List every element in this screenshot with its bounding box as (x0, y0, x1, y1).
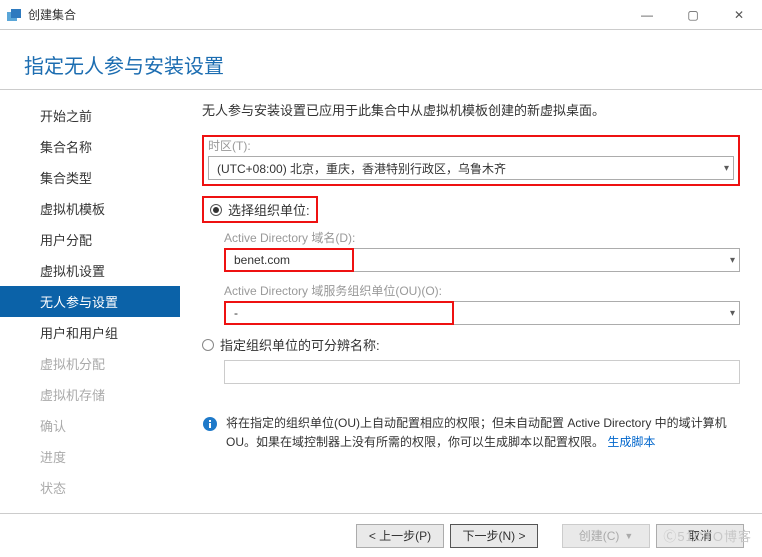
close-button[interactable]: ✕ (716, 0, 762, 30)
prev-button[interactable]: < 上一步(P) (356, 524, 444, 548)
radio-specify-dn-label: 指定组织单位的可分辨名称: (220, 335, 380, 354)
app-icon (6, 7, 22, 23)
chevron-down-icon: ▾ (730, 255, 735, 266)
timezone-value: (UTC+08:00) 北京，重庆，香港特别行政区，乌鲁木齐 (217, 160, 724, 177)
radio-specify-dn[interactable] (202, 339, 214, 351)
sidebar-item-vm-template[interactable]: 虚拟机模板 (0, 193, 180, 224)
sidebar-item-collection-type[interactable]: 集合类型 (0, 162, 180, 193)
radio-select-ou[interactable] (210, 204, 222, 216)
info-icon (202, 416, 218, 432)
ad-domain-label: Active Directory 域名(D): (224, 229, 740, 246)
close-icon: ✕ (734, 8, 744, 22)
radio-select-ou-label: 选择组织单位: (228, 200, 310, 219)
dn-input (224, 360, 740, 384)
timezone-label: 时区(T): (208, 137, 734, 154)
sidebar-item-unattended[interactable]: 无人参与设置 (0, 286, 180, 317)
page-title: 指定无人参与安装设置 (24, 50, 738, 79)
dn-input-row (224, 360, 740, 384)
sidebar-item-confirm: 确认 (0, 410, 180, 441)
wizard-footer: < 上一步(P) 下一步(N) > 创建(C)▼ 取消 (0, 513, 762, 557)
ad-domain-row: Active Directory 域名(D): benet.com ▾ (224, 229, 740, 272)
cancel-button[interactable]: 取消 (656, 524, 744, 548)
timezone-dropdown[interactable]: (UTC+08:00) 北京，重庆，香港特别行政区，乌鲁木齐 ▾ (208, 156, 734, 180)
ad-ou-highlight: - (224, 301, 454, 325)
sidebar-item-collection-name[interactable]: 集合名称 (0, 131, 180, 162)
info-panel: 将在指定的组织单位(OU)上自动配置相应的权限；但未自动配置 Active Di… (202, 414, 740, 452)
sidebar-item-vm-assign: 虚拟机分配 (0, 348, 180, 379)
ad-domain-dropdown[interactable]: ▾ (354, 248, 740, 272)
description-text: 无人参与安装设置已应用于此集合中从虚拟机模板创建的新虚拟桌面。 (202, 100, 740, 119)
radio-select-ou-row: 选择组织单位: (202, 196, 740, 229)
sidebar-item-vm-settings[interactable]: 虚拟机设置 (0, 255, 180, 286)
next-button[interactable]: 下一步(N) > (450, 524, 538, 548)
sidebar-item-vm-storage: 虚拟机存储 (0, 379, 180, 410)
chevron-down-icon: ▾ (730, 308, 735, 319)
ad-domain-value: benet.com (234, 253, 348, 267)
ad-ou-dropdown[interactable]: ▾ (454, 301, 740, 325)
sidebar: 开始之前 集合名称 集合类型 虚拟机模板 用户分配 虚拟机设置 无人参与设置 用… (0, 90, 180, 530)
generate-script-link[interactable]: 生成脚本 (607, 435, 655, 449)
wizard-body: 开始之前 集合名称 集合类型 虚拟机模板 用户分配 虚拟机设置 无人参与设置 用… (0, 90, 762, 530)
chevron-down-icon: ▾ (724, 163, 729, 174)
content-pane: 无人参与安装设置已应用于此集合中从虚拟机模板创建的新虚拟桌面。 时区(T): (… (180, 90, 762, 530)
titlebar: 创建集合 — ▢ ✕ (0, 0, 762, 30)
sidebar-item-users-groups[interactable]: 用户和用户组 (0, 317, 180, 348)
info-text: 将在指定的组织单位(OU)上自动配置相应的权限；但未自动配置 Active Di… (226, 414, 740, 452)
sidebar-item-user-assign[interactable]: 用户分配 (0, 224, 180, 255)
minimize-icon: — (641, 8, 653, 22)
timezone-highlight: 时区(T): (UTC+08:00) 北京，重庆，香港特别行政区，乌鲁木齐 ▾ (202, 135, 740, 186)
maximize-button[interactable]: ▢ (670, 0, 716, 30)
wizard-header: 指定无人参与安装设置 (0, 30, 762, 90)
ad-ou-row: Active Directory 域服务组织单位(OU)(O): - ▾ (224, 282, 740, 325)
ad-domain-highlight: benet.com (224, 248, 354, 272)
chevron-down-icon: ▼ (624, 531, 633, 541)
sidebar-item-status: 状态 (0, 472, 180, 503)
ad-ou-label: Active Directory 域服务组织单位(OU)(O): (224, 282, 740, 299)
window-title: 创建集合 (28, 6, 624, 23)
radio-dn-row: 指定组织单位的可分辨名称: (202, 335, 740, 354)
maximize-icon: ▢ (687, 8, 698, 22)
sidebar-item-before[interactable]: 开始之前 (0, 100, 180, 131)
create-button: 创建(C)▼ (562, 524, 650, 548)
sidebar-item-progress: 进度 (0, 441, 180, 472)
ad-ou-value: - (234, 306, 448, 320)
window-controls: — ▢ ✕ (624, 0, 762, 30)
minimize-button[interactable]: — (624, 0, 670, 30)
radio-select-ou-highlight: 选择组织单位: (202, 196, 318, 223)
